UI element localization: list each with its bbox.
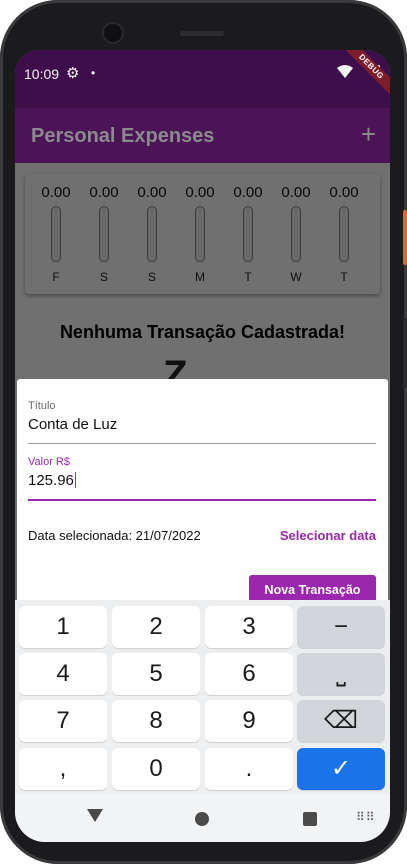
chart-bar-column: 0.00 S <box>80 174 128 294</box>
value-field-text: 125.96 <box>28 472 74 489</box>
title-field-underline <box>28 443 376 444</box>
chart-bar-value: 0.00 <box>89 184 119 201</box>
title-field-value[interactable]: Conta de Luz <box>28 416 376 433</box>
earpiece-speaker <box>180 31 224 36</box>
title-field[interactable]: Título Conta de Luz <box>28 400 376 444</box>
key-6[interactable]: 6 <box>205 653 293 695</box>
chart-bar-track <box>291 206 301 262</box>
status-time: 10:09 <box>24 66 60 82</box>
chart-bar-day-label: F <box>52 270 60 284</box>
chart-bar-day-label: T <box>244 270 252 284</box>
chart-bar-track <box>99 206 109 262</box>
chart-bar-value: 0.00 <box>185 184 215 201</box>
chart-bar-track <box>195 206 205 262</box>
chart-bar-day-label: W <box>290 270 302 284</box>
key-period[interactable]: . <box>205 748 293 790</box>
home-circle-icon[interactable] <box>195 812 209 826</box>
key-4[interactable]: 4 <box>19 653 107 695</box>
front-camera <box>104 24 122 42</box>
phone-frame: 10:09 ⚙ • DEBUG Personal Expenses + 0.00… <box>0 0 407 864</box>
chart-bar-column: 0.00 W <box>272 174 320 294</box>
chart-bar-value: 0.00 <box>233 184 263 201</box>
title-field-label: Título <box>28 400 56 412</box>
numeric-keyboard: 1 2 3− 4 5 6 ⎵ 7 8 9 ⌫, 0. ✓ <box>15 600 390 794</box>
key-5[interactable]: 5 <box>112 653 200 695</box>
power-button <box>403 210 407 265</box>
chart-bar-day-label: S <box>147 270 156 284</box>
key-minus[interactable]: − <box>297 606 385 648</box>
key-3[interactable]: 3 <box>205 606 293 648</box>
chart-bar-track <box>147 206 157 262</box>
wifi-icon <box>337 65 353 78</box>
value-field-input[interactable]: 125.96 <box>28 472 376 489</box>
key-8[interactable]: 8 <box>112 700 200 742</box>
chart-bar-column: 0.00 F <box>32 174 80 294</box>
key-9[interactable]: 9 <box>205 700 293 742</box>
chart-bar-column: 0.00 T <box>224 174 272 294</box>
key-1[interactable]: 1 <box>19 606 107 648</box>
app-bar: Personal Expenses + <box>15 108 390 163</box>
system-nav-bar: ⠿⠿ <box>15 794 390 842</box>
select-date-button[interactable]: Selecionar data <box>280 528 376 543</box>
back-triangle-icon[interactable] <box>87 809 103 822</box>
key-0[interactable]: 0 <box>112 748 200 790</box>
recents-square-icon[interactable] <box>303 812 317 826</box>
chart-bar-day-label: S <box>99 270 108 284</box>
selected-date-text: Data selecionada: 21/07/2022 <box>28 528 201 543</box>
chart-bar-track <box>339 206 349 262</box>
value-field[interactable]: Valor R$ 125.96 <box>28 456 376 501</box>
chart-bar-value: 0.00 <box>41 184 71 201</box>
chart-bar-day-label: T <box>340 270 348 284</box>
chart-bar-column: 0.00 S <box>128 174 176 294</box>
key-2[interactable]: 2 <box>112 606 200 648</box>
notification-dot-icon: • <box>91 66 96 80</box>
text-cursor <box>74 472 76 488</box>
app-title: Personal Expenses <box>31 125 215 147</box>
enter-checkmark-icon[interactable]: ✓ <box>297 748 385 790</box>
chart-bar-column: 0.00 M <box>176 174 224 294</box>
value-field-label: Valor R$ <box>28 456 70 468</box>
screen: 10:09 ⚙ • DEBUG Personal Expenses + 0.00… <box>15 50 390 842</box>
chart-bar-track <box>51 206 61 262</box>
new-transaction-sheet: Título Conta de Luz Valor R$ 125.96 Data… <box>17 379 388 609</box>
chart-bar-value: 0.00 <box>137 184 167 201</box>
space-key-icon[interactable]: ⎵ <box>297 653 385 695</box>
add-icon[interactable]: + <box>361 121 376 147</box>
status-bar: 10:09 ⚙ • DEBUG <box>15 50 390 108</box>
settings-gear-icon: ⚙ <box>66 65 80 82</box>
chart-bar-value: 0.00 <box>329 184 359 201</box>
keyboard-switch-icon[interactable]: ⠿⠿ <box>356 810 376 824</box>
volume-button <box>403 318 407 388</box>
key-7[interactable]: 7 <box>19 700 107 742</box>
backspace-key-icon[interactable]: ⌫ <box>297 700 385 742</box>
weekly-chart: 0.00 F 0.00 S 0.00 S 0.00 M 0.00 T 0.00 W 0.00 T <box>25 174 380 294</box>
chart-bar-track <box>243 206 253 262</box>
chart-bar-column: 0.00 T <box>320 174 368 294</box>
chart-bar-day-label: M <box>195 270 205 284</box>
key-comma[interactable]: , <box>19 748 107 790</box>
empty-state-message: Nenhuma Transação Cadastrada! <box>59 322 346 342</box>
value-field-underline <box>28 499 376 501</box>
chart-bar-value: 0.00 <box>281 184 311 201</box>
